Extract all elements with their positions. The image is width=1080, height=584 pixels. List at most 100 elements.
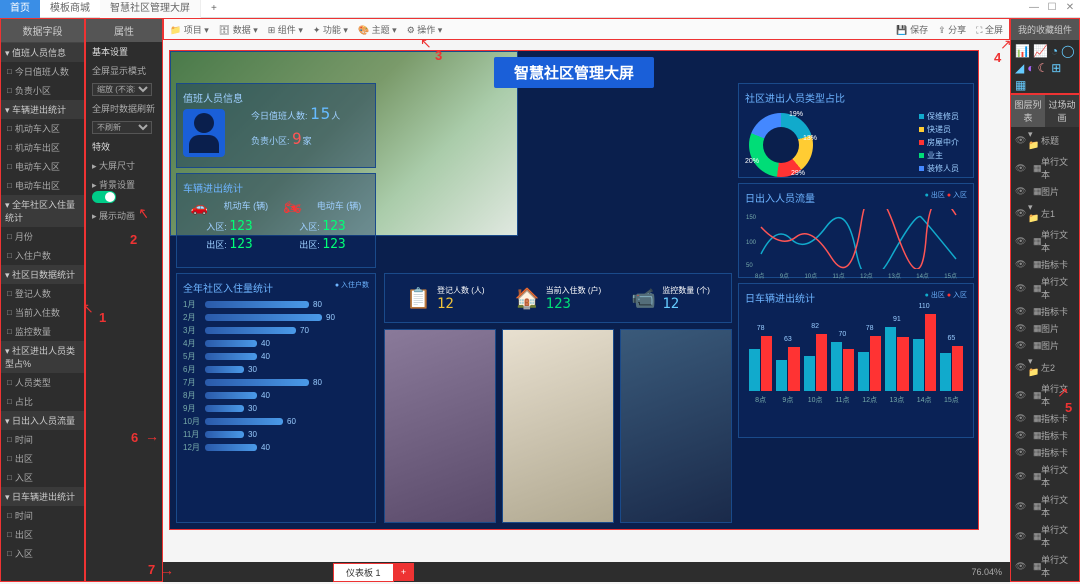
tb-full[interactable]: ⛶ 全屏 <box>976 23 1003 36</box>
props-bg[interactable]: ▸ 背景设置 <box>86 175 162 206</box>
field-item[interactable]: 监控数量 <box>1 322 84 341</box>
field-item[interactable]: 占比 <box>1 392 84 411</box>
layer-item[interactable]: 👁 ▦单行文本 <box>1011 551 1079 581</box>
layer-item[interactable]: 👁 ▦图片 <box>1011 320 1079 337</box>
field-item[interactable]: 出区 <box>1 525 84 544</box>
field-item[interactable]: 月份 <box>1 227 84 246</box>
field-item[interactable]: 时间 <box>1 430 84 449</box>
field-item[interactable]: 登记人数 <box>1 284 84 303</box>
line-card[interactable]: 日出入人员流量● 出区 ● 入区 15010050 8点9点10点11点12点1… <box>738 183 974 278</box>
layer-item[interactable]: 👁 ▦指标卡 <box>1011 427 1079 444</box>
shape-grid-icon[interactable]: ⊞ <box>1051 61 1061 75</box>
kpi-row[interactable]: 📋登记人数 (人)12🏠当前入住数 (户)123📹监控数量 (个)12 <box>384 273 732 323</box>
field-item[interactable]: 电动车入区 <box>1 157 84 176</box>
shape-area-icon[interactable]: ◢ <box>1015 61 1024 75</box>
layer-item[interactable]: 👁 ▦图片 <box>1011 183 1079 200</box>
bg-toggle[interactable] <box>92 191 116 203</box>
legend-item: 业主 <box>919 150 959 161</box>
field-item[interactable]: 入住户数 <box>1 246 84 265</box>
props-refresh-select[interactable]: 不刷新 <box>92 121 152 134</box>
data-fields-panel: 数据字段 ▾ 值班人员信息今日值班人数负责小区▾ 车辆进出统计机动车入区机动车出… <box>0 18 85 582</box>
field-item[interactable]: 当前入住数 <box>1 303 84 322</box>
tb-op[interactable]: ⚙ 操作 ▾ <box>407 23 443 36</box>
field-item[interactable]: 人员类型 <box>1 373 84 392</box>
bar-group: 7011点 <box>831 331 854 405</box>
layer-item[interactable]: 👁 ▦单行文本 <box>1011 153 1079 183</box>
bike-icon: 🏍 <box>284 199 302 216</box>
tab-active[interactable]: 智慧社区管理大屏 <box>100 0 201 18</box>
tb-project[interactable]: 📁 项目 ▾ <box>170 23 209 36</box>
field-group[interactable]: ▾ 日出入人员流量 <box>1 411 84 430</box>
field-group[interactable]: ▾ 车辆进出统计 <box>1 100 84 119</box>
props-basic: 基本设置 <box>86 42 162 61</box>
props-display-select[interactable]: 缩放 (不滚动) <box>92 83 152 96</box>
tab-mall[interactable]: 模板商城 <box>40 0 100 18</box>
layer-item[interactable]: 👁 ▦指标卡 <box>1011 303 1079 320</box>
tb-share[interactable]: ⇪ 分享 <box>938 23 966 36</box>
layer-item[interactable]: 👁 ▦指标卡 <box>1011 410 1079 427</box>
tab-home[interactable]: 首页 <box>0 0 40 18</box>
shape-pie-icon[interactable]: ◔ <box>1051 44 1058 58</box>
img-3[interactable] <box>620 329 732 523</box>
layer-item[interactable]: 👁 ▦单行文本 <box>1011 226 1079 256</box>
field-group[interactable]: ▾ 日车辆进出统计 <box>1 487 84 506</box>
field-item[interactable]: 负责小区 <box>1 81 84 100</box>
tb-save[interactable]: 💾 保存 <box>896 23 928 36</box>
field-item[interactable]: 机动车出区 <box>1 138 84 157</box>
bar-group: 6515点 <box>940 335 963 406</box>
field-group[interactable]: ▾ 全年社区入住量统计 <box>1 195 84 227</box>
props-anim[interactable]: ▸ 展示动画 <box>86 206 162 225</box>
dashboard-canvas[interactable]: 智慧社区管理大屏 值班人员信息 今日值班人数: 15人 负责小区: 9家 车辆进… <box>169 50 979 530</box>
shape-more-icon[interactable]: ▦ <box>1015 78 1026 92</box>
field-item[interactable]: 出区 <box>1 449 84 468</box>
layer-item[interactable]: 👁 ▦指标卡 <box>1011 256 1079 273</box>
zoom-level: 76.04% <box>971 567 1002 577</box>
tb-data[interactable]: 🗄 数据 ▾ <box>219 23 258 36</box>
layer-item[interactable]: 👁 ▦单行文本 <box>1011 521 1079 551</box>
layer-item[interactable]: 👁 ▦单行文本 <box>1011 273 1079 303</box>
layer-item[interactable]: 👁 ▦指标卡 <box>1011 444 1079 461</box>
shape-ring-icon[interactable]: ◯ <box>1061 44 1074 58</box>
tab-new[interactable]: + <box>201 0 227 18</box>
add-sheet-button[interactable]: + <box>394 563 414 581</box>
trans-tab[interactable]: 过场动画 <box>1045 95 1079 127</box>
layer-item[interactable]: 👁 ▦单行文本 <box>1011 380 1079 410</box>
img-2[interactable] <box>502 329 614 523</box>
field-item[interactable]: 时间 <box>1 506 84 525</box>
layer-item[interactable]: 👁 ▦单行文本 <box>1011 461 1079 491</box>
layer-item[interactable]: 👁▾ 📁左1 <box>1011 200 1079 226</box>
layer-item[interactable]: 👁 ▦单行文本 <box>1011 491 1079 521</box>
field-item[interactable]: 入区 <box>1 544 84 563</box>
duty-card[interactable]: 值班人员信息 今日值班人数: 15人 负责小区: 9家 <box>176 83 376 168</box>
maximize-icon[interactable]: ☐ <box>1046 2 1058 14</box>
layer-item[interactable]: 👁 ▦图片 <box>1011 337 1079 354</box>
dailybar-card[interactable]: 日车辆进出统计● 出区 ● 入区 788点639点8210点7011点7812点… <box>738 283 974 438</box>
monthly-chart[interactable]: 全年社区入住量统计● 入住户数 1月802月903月704月405月406月30… <box>176 273 376 523</box>
props-dashsize[interactable]: ▸ 大屏尺寸 <box>86 156 162 175</box>
close-icon[interactable]: ✕ <box>1064 2 1076 14</box>
field-group[interactable]: ▾ 社区日数据统计 <box>1 265 84 284</box>
tb-comp[interactable]: ⊞ 组件 ▾ <box>268 23 303 36</box>
field-group[interactable]: ▾ 社区进出人员类型占% <box>1 341 84 373</box>
field-item[interactable]: 今日值班人数 <box>1 62 84 81</box>
layer-item[interactable]: 👁 ▦单行文本 <box>1011 581 1079 582</box>
pie-card[interactable]: 社区进出人员类型占比 19% 13% 29% 20% 保维修员快递员房屋中介业主… <box>738 83 974 178</box>
tb-fx[interactable]: ✦ 功能 ▾ <box>313 23 348 36</box>
sheet-tab[interactable]: 仪表板 1 <box>333 563 394 582</box>
layers-tab[interactable]: 图层列表 <box>1011 95 1045 127</box>
shape-gauge-icon[interactable]: ◐ <box>1027 61 1034 75</box>
field-group[interactable]: ▾ 值班人员信息 <box>1 43 84 62</box>
field-item[interactable]: 机动车入区 <box>1 119 84 138</box>
vehicle-card[interactable]: 车辆进出统计 🚗机动车 (辆)🏍电动车 (辆) 入区: 123入区: 123 出… <box>176 173 376 268</box>
tb-theme[interactable]: 🎨 主题 ▾ <box>358 23 397 36</box>
shape-moon-icon[interactable]: ☾ <box>1037 61 1048 75</box>
month-bar-row: 12月40 <box>183 442 369 453</box>
img-1[interactable] <box>384 329 496 523</box>
field-item[interactable]: 电动车出区 <box>1 176 84 195</box>
minimize-icon[interactable]: — <box>1028 2 1040 14</box>
layer-item[interactable]: 👁▾ 📁左2 <box>1011 354 1079 380</box>
shape-bar-icon[interactable]: 📊 <box>1015 44 1030 58</box>
layer-item[interactable]: 👁▾ 📁标题 <box>1011 127 1079 153</box>
field-item[interactable]: 入区 <box>1 468 84 487</box>
shape-line-icon[interactable]: 📈 <box>1033 44 1048 58</box>
